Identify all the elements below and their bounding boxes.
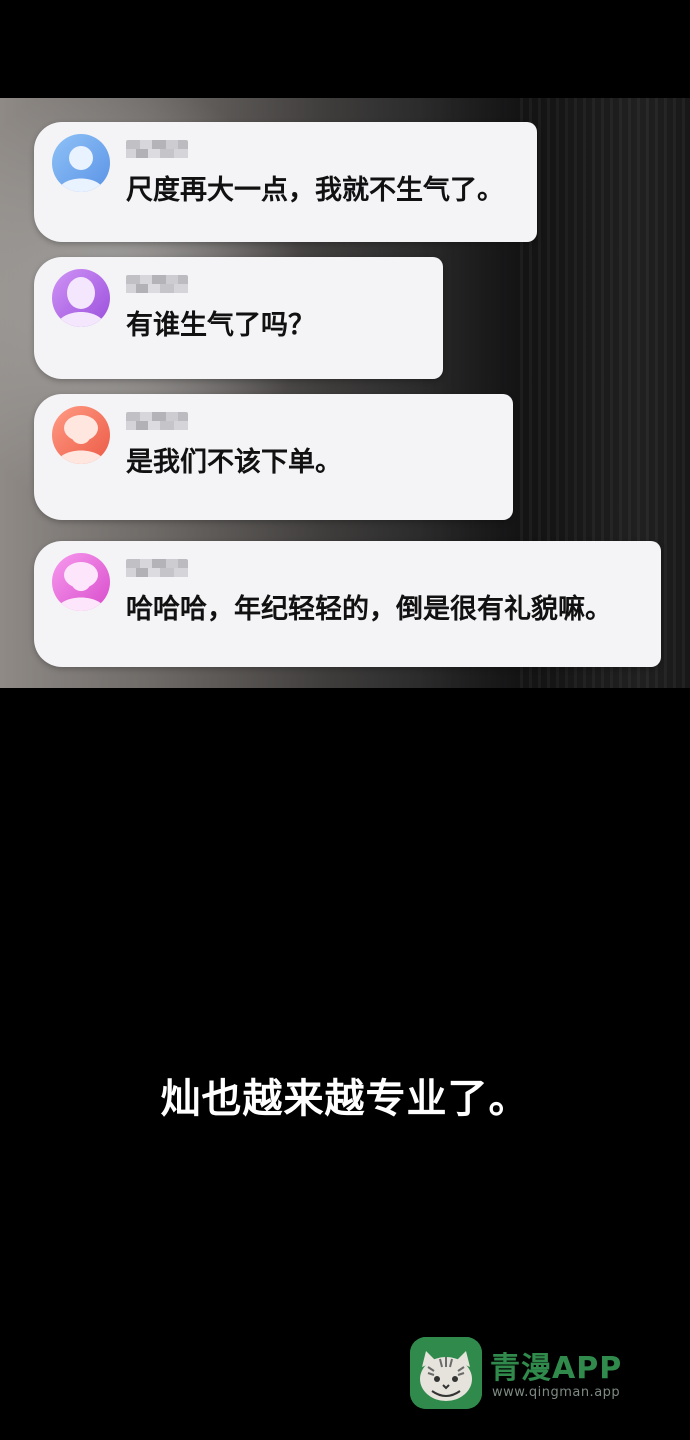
blurred-username [126, 140, 188, 158]
pink-user-avatar-icon [52, 553, 110, 611]
chat-message: 是我们不该下单。 [34, 394, 513, 520]
chat-message: 有谁生气了吗？ [34, 257, 443, 379]
purple-user-avatar-icon [52, 269, 110, 327]
watermark-url: www.qingman.app [492, 1385, 621, 1400]
message-text: 有谁生气了吗？ [126, 310, 315, 341]
message-text: 是我们不该下单。 [126, 447, 342, 478]
coral-user-avatar-icon [52, 406, 110, 464]
watermark-title: 青漫APP [490, 1351, 623, 1386]
cat-logo-icon [410, 1337, 482, 1409]
message-text: 哈哈哈，年纪轻轻的，倒是很有礼貌嘛。 [126, 594, 612, 625]
chat-message: 尺度再大一点，我就不生气了。 [34, 122, 537, 242]
watermark: 青漫APP www.qingman.app [410, 1337, 650, 1409]
chat-screenshot-panel: 尺度再大一点，我就不生气了。 有谁生气了吗？ 是我们不该下单。 哈哈哈，年纪轻轻… [0, 98, 690, 688]
message-text: 尺度再大一点，我就不生气了。 [126, 175, 504, 206]
narration-caption: 灿也越来越专业了。 [160, 1075, 530, 1122]
blurred-username [126, 559, 188, 577]
blue-user-avatar-icon [52, 134, 110, 192]
chat-message: 哈哈哈，年纪轻轻的，倒是很有礼貌嘛。 [34, 541, 661, 667]
blurred-username [126, 412, 188, 430]
blurred-username [126, 275, 188, 293]
